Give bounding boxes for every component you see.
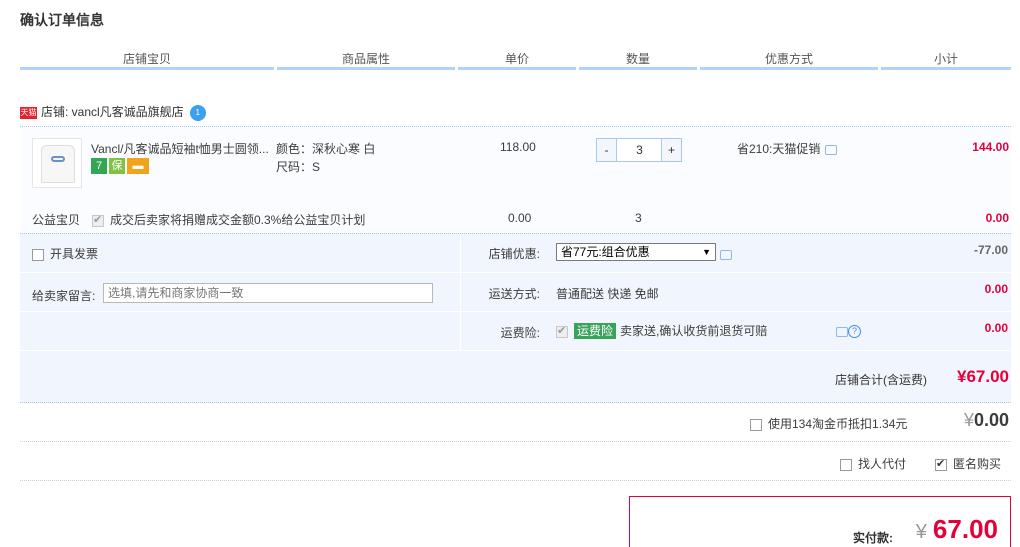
promotion-text: 省210:天猫促销 <box>737 142 821 156</box>
coin-option[interactable]: 使用134淘金币抵扣1.34元 <box>750 415 907 432</box>
tmall-icon: 天猫 <box>20 106 37 119</box>
column-header-attributes: 商品属性 <box>277 48 455 70</box>
charity-quantity: 3 <box>635 211 642 225</box>
coin-amount: ¥0.00 <box>964 410 1009 431</box>
table-header: 店铺宝贝 商品属性 单价 数量 优惠方式 小计 <box>20 48 1011 74</box>
insurance-label: 运费险: <box>500 326 540 340</box>
dropdown-arrow-icon: ▼ <box>702 247 711 257</box>
charity-checkbox <box>92 213 104 227</box>
shipping-label: 运送方式: <box>488 287 540 301</box>
invoice-checkbox[interactable] <box>32 248 44 261</box>
shop-header: 天猫 店铺: vancl凡客诚品旗舰店 1 <box>20 102 206 122</box>
anonymous-option[interactable]: 匿名购买 <box>935 455 1001 472</box>
charity-label: 公益宝贝 <box>32 213 81 227</box>
insurance-checkbox <box>556 324 568 338</box>
discount-message-icon[interactable] <box>720 247 732 261</box>
seven-day-return-icon[interactable]: 7 <box>91 158 107 174</box>
column-header-discount: 优惠方式 <box>700 48 878 70</box>
shop-total-value: ¥67.00 <box>957 367 1009 386</box>
shop-discount-select[interactable]: 省77元:组合优惠 ▼ <box>556 243 716 261</box>
seller-message-input[interactable] <box>103 283 433 303</box>
unit-price: 118.00 <box>500 140 536 154</box>
proxy-pay-option[interactable]: 找人代付 <box>840 455 906 472</box>
product-attributes: 颜色：深秋心寒 白 尺码：S <box>276 140 375 176</box>
quantity-stepper: - + <box>596 138 682 162</box>
shipping-amount: 0.00 <box>984 282 1008 296</box>
guarantee-icon[interactable]: 保 <box>109 158 125 174</box>
column-header-quantity: 数量 <box>579 48 697 70</box>
insurance-tag: 运费险 <box>574 323 617 339</box>
proxy-pay-checkbox[interactable] <box>840 458 852 471</box>
charity-price: 0.00 <box>508 211 532 225</box>
payment-label: 实付款: <box>853 531 893 545</box>
shop-discount-amount: -77.00 <box>973 243 1008 257</box>
page-title: 确认订单信息 <box>20 12 104 28</box>
payment-value: 67.00 <box>932 514 998 544</box>
coin-text: 使用134淘金币抵扣1.34元 <box>768 417 908 431</box>
shop-name-link[interactable]: 店铺: vancl凡客诚品旗舰店 <box>41 105 184 119</box>
column-header-shop-item: 店铺宝贝 <box>20 48 274 70</box>
shipping-method: 普通配送 快递 免邮 <box>556 287 659 301</box>
quantity-input[interactable] <box>618 139 661 161</box>
promotion-info: 省210:天猫促销 <box>737 140 838 157</box>
insurance-amount: 0.00 <box>984 321 1008 335</box>
product-size: 尺码：S <box>276 160 321 174</box>
tshirt-image <box>41 145 75 183</box>
invoice-option[interactable]: 开具发票 <box>32 245 98 262</box>
insurance-text: 卖家送,确认收货前退货可赔 <box>620 324 768 338</box>
quantity-increase-button[interactable]: + <box>661 139 681 161</box>
payment-amount: ¥67.00 <box>916 514 998 545</box>
invoice-label: 开具发票 <box>50 247 99 261</box>
quantity-decrease-button[interactable]: - <box>597 139 617 161</box>
shop-discount-value: 省77元:组合优惠 <box>561 245 650 259</box>
anonymous-checkbox[interactable] <box>935 457 947 471</box>
anonymous-label: 匿名购买 <box>953 457 1002 471</box>
credit-card-icon[interactable]: ▬ <box>127 158 149 174</box>
message-icon[interactable] <box>836 326 848 337</box>
charity-text: 成交后卖家将捐赠成交金额0.3%给公益宝贝计划 <box>110 213 366 227</box>
coin-value: 0.00 <box>973 410 1009 430</box>
shop-total-label: 店铺合计(含运费) <box>835 373 927 387</box>
item-subtotal: 144.00 <box>972 140 1009 154</box>
product-title-link[interactable]: Vancl/凡客诚品短袖t恤男士圆领... <box>91 140 273 157</box>
product-thumbnail[interactable] <box>32 138 82 188</box>
yen-symbol: ¥ <box>915 521 927 543</box>
column-header-subtotal: 小计 <box>881 48 1011 70</box>
insurance-icons: ? <box>836 324 861 339</box>
wangwang-chat-icon[interactable]: 1 <box>189 104 206 121</box>
coin-checkbox[interactable] <box>750 418 762 431</box>
yen-symbol: ¥ <box>963 410 974 430</box>
service-icons: 7 保 ▬ <box>91 158 151 174</box>
proxy-pay-label: 找人代付 <box>858 457 907 471</box>
shop-discount-label: 店铺优惠: <box>488 247 540 261</box>
column-header-unit-price: 单价 <box>458 48 576 70</box>
message-icon[interactable] <box>825 144 838 155</box>
help-icon[interactable]: ? <box>848 325 861 339</box>
charity-option: 成交后卖家将捐赠成交金额0.3%给公益宝贝计划 <box>92 211 365 228</box>
insurance-option: 运费险卖家送,确认收货前退货可赔 <box>556 322 767 339</box>
product-color: 颜色：深秋心寒 白 <box>276 142 376 156</box>
charity-subtotal: 0.00 <box>985 211 1009 225</box>
seller-message-label: 给卖家留言: <box>32 289 96 303</box>
